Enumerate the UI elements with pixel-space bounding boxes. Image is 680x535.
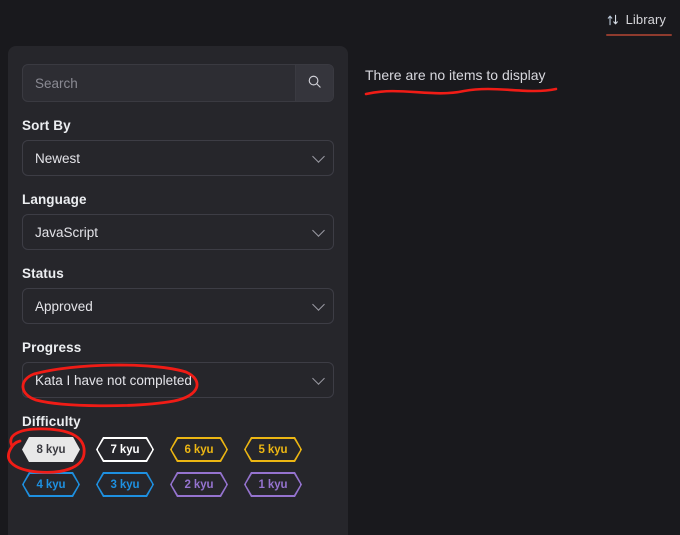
difficulty-badge-label: 6 kyu bbox=[171, 438, 227, 461]
select-status[interactable]: Approved bbox=[22, 288, 334, 324]
select-progress[interactable]: Kata I have not completed bbox=[22, 362, 334, 398]
search-button[interactable] bbox=[295, 65, 333, 101]
label-difficulty: Difficulty bbox=[22, 414, 81, 429]
top-nav-bar: Library bbox=[0, 0, 680, 40]
filters-panel: Sort By Newest Language JavaScript Statu… bbox=[8, 46, 348, 535]
app-root: Library Sort By Newest Language bbox=[0, 0, 680, 535]
tab-library[interactable]: Library bbox=[600, 0, 672, 36]
chevron-down-icon bbox=[312, 224, 325, 237]
chevron-down-icon bbox=[312, 298, 325, 311]
difficulty-badge-label: 1 kyu bbox=[245, 473, 301, 496]
difficulty-badge-7-kyu[interactable]: 7 kyu bbox=[96, 437, 154, 462]
search-icon bbox=[307, 74, 322, 92]
label-status: Status bbox=[22, 266, 64, 281]
difficulty-badge-label: 8 kyu bbox=[36, 443, 66, 456]
select-status-value: Approved bbox=[35, 298, 93, 314]
difficulty-badge-2-kyu[interactable]: 2 kyu bbox=[170, 472, 228, 497]
annotation-underline-empty-message bbox=[364, 87, 558, 96]
difficulty-badge-label: 2 kyu bbox=[171, 473, 227, 496]
label-sort-by: Sort By bbox=[22, 118, 71, 133]
difficulty-badge-group: 8 kyu 7 kyu 6 kyu 5 kyu 4 kyu 3 kyu 2 kyu 1 kyu bbox=[22, 437, 334, 497]
difficulty-badge-5-kyu[interactable]: 5 kyu bbox=[244, 437, 302, 462]
difficulty-badge-label: 4 kyu bbox=[23, 473, 79, 496]
difficulty-badge-3-kyu[interactable]: 3 kyu bbox=[96, 472, 154, 497]
select-language-value: JavaScript bbox=[35, 224, 99, 240]
select-sort-by[interactable]: Newest bbox=[22, 140, 334, 176]
difficulty-badge-4-kyu[interactable]: 4 kyu bbox=[22, 472, 80, 497]
select-progress-value: Kata I have not completed bbox=[35, 372, 192, 388]
active-tab-indicator bbox=[605, 34, 672, 36]
tab-library-label: Library bbox=[625, 12, 666, 27]
search-bar bbox=[22, 64, 334, 102]
difficulty-badge-label: 3 kyu bbox=[97, 473, 153, 496]
chevron-down-icon bbox=[312, 372, 325, 385]
difficulty-badge-8-kyu[interactable]: 8 kyu bbox=[22, 437, 80, 462]
difficulty-badge-1-kyu[interactable]: 1 kyu bbox=[244, 472, 302, 497]
select-language[interactable]: JavaScript bbox=[22, 214, 334, 250]
difficulty-badge-label: 7 kyu bbox=[97, 438, 153, 461]
label-progress: Progress bbox=[22, 340, 82, 355]
select-sort-by-value: Newest bbox=[35, 150, 81, 166]
search-input[interactable] bbox=[23, 65, 295, 101]
difficulty-badge-label: 5 kyu bbox=[245, 438, 301, 461]
empty-state-message: There are no items to display bbox=[365, 67, 546, 83]
label-language: Language bbox=[22, 192, 87, 207]
swap-vertical-icon bbox=[606, 13, 620, 27]
chevron-down-icon bbox=[312, 150, 325, 163]
difficulty-badge-6-kyu[interactable]: 6 kyu bbox=[170, 437, 228, 462]
